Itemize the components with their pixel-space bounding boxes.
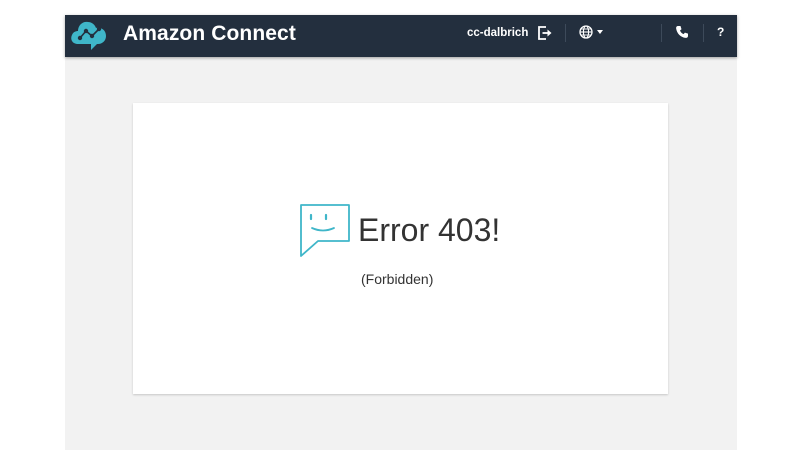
chat-bubble-face-icon [300,204,350,257]
top-navigation-bar: Amazon Connect cc-dalbrich ? [65,15,737,57]
chevron-down-icon[interactable] [597,30,603,34]
logout-icon[interactable] [537,25,553,41]
help-button[interactable]: ? [717,25,724,39]
error-card: Error 403! (Forbidden) [133,103,668,394]
app-container: Amazon Connect cc-dalbrich ? Error 403! … [65,15,737,450]
error-title: Error 403! [358,212,501,248]
amazon-connect-logo[interactable] [69,16,109,52]
globe-icon[interactable] [579,25,593,39]
error-subtitle: (Forbidden) [361,271,434,287]
username[interactable]: cc-dalbrich [467,26,528,40]
divider [565,24,566,42]
phone-icon[interactable] [675,25,689,39]
app-title: Amazon Connect [123,22,296,45]
divider [703,24,704,42]
divider [661,24,662,42]
